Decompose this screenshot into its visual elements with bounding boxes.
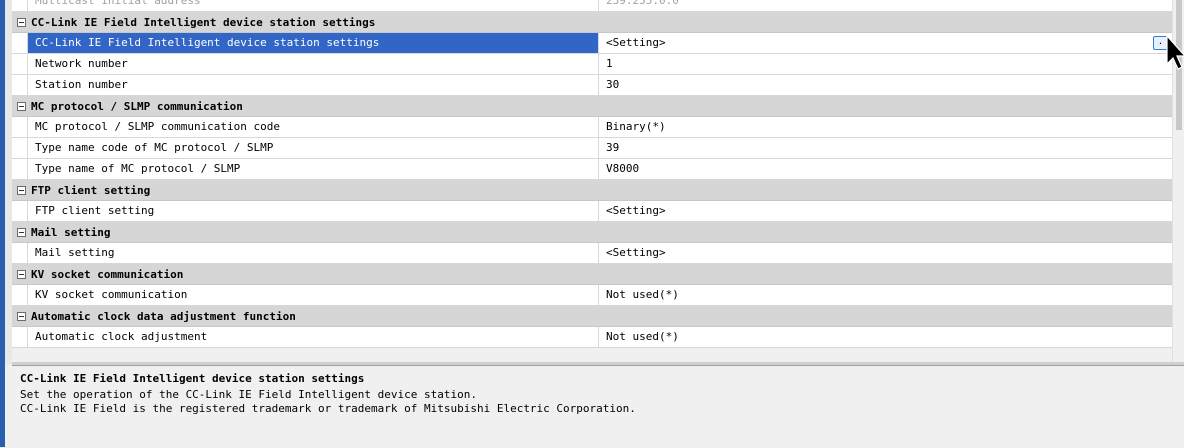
property-name[interactable]: Type name code of MC protocol / SLMP: [27, 138, 599, 158]
description-text-line2: CC-Link IE Field is the registered trade…: [20, 402, 636, 415]
property-row[interactable]: MC protocol / SLMP communication code Bin…: [12, 117, 1172, 138]
category-row[interactable]: Mail setting: [12, 222, 1172, 243]
collapse-icon[interactable]: [17, 270, 26, 279]
property-row[interactable]: FTP client setting <Setting>: [12, 201, 1172, 222]
category-label: CC-Link IE Field Intelligent device stat…: [31, 16, 376, 29]
property-value[interactable]: <Setting>: [606, 243, 1172, 263]
collapse-icon[interactable]: [17, 102, 26, 111]
property-value[interactable]: Not used(*): [606, 327, 1172, 347]
property-value[interactable]: <Setting>: [606, 33, 1172, 53]
property-value[interactable]: Not used(*): [606, 285, 1172, 305]
collapse-icon[interactable]: [17, 228, 26, 237]
property-grid: Multicast initial address 239.255.0.0 CC-L…: [12, 0, 1172, 356]
property-name[interactable]: Network number: [27, 54, 599, 74]
property-name[interactable]: KV socket communication: [27, 285, 599, 305]
property-name[interactable]: MC protocol / SLMP communication code: [27, 117, 599, 137]
collapse-icon[interactable]: [17, 18, 26, 27]
grid-empty-area: [12, 348, 1172, 356]
property-row[interactable]: Automatic clock adjustment Not used(*): [12, 327, 1172, 348]
property-name[interactable]: Type name of MC protocol / SLMP: [27, 159, 599, 179]
mouse-pointer-icon: [1166, 34, 1184, 70]
category-label: FTP client setting: [31, 184, 151, 197]
category-label: Automatic clock data adjustment function: [31, 310, 296, 323]
left-panel-gutter: [5, 0, 12, 365]
category-label: MC protocol / SLMP communication: [31, 100, 243, 113]
property-value[interactable]: <Setting>: [606, 201, 1172, 221]
category-label: Mail setting: [31, 226, 111, 239]
property-row[interactable]: Station number 30: [12, 75, 1172, 96]
property-row[interactable]: Multicast initial address 239.255.0.0: [12, 0, 1172, 12]
category-row[interactable]: MC protocol / SLMP communication: [12, 96, 1172, 117]
category-row[interactable]: KV socket communication: [12, 264, 1172, 285]
property-row[interactable]: Network number 1: [12, 54, 1172, 75]
category-row[interactable]: Automatic clock data adjustment function: [12, 306, 1172, 327]
property-row[interactable]: KV socket communication Not used(*): [12, 285, 1172, 306]
property-value[interactable]: 239.255.0.0: [606, 0, 1172, 11]
property-name[interactable]: Station number: [27, 75, 599, 95]
description-text-line1: Set the operation of the CC-Link IE Fiel…: [20, 388, 477, 401]
property-name[interactable]: Automatic clock adjustment: [27, 327, 599, 347]
property-value[interactable]: 39: [606, 138, 1172, 158]
property-value[interactable]: 30: [606, 75, 1172, 95]
property-row[interactable]: Type name code of MC protocol / SLMP 39: [12, 138, 1172, 159]
collapse-icon[interactable]: [17, 186, 26, 195]
category-label: KV socket communication: [31, 268, 184, 281]
property-name[interactable]: FTP client setting: [27, 201, 599, 221]
property-row[interactable]: CC-Link IE Field Intelligent device stat…: [12, 33, 1172, 54]
property-value[interactable]: V8000: [606, 159, 1172, 179]
description-title: CC-Link IE Field Intelligent device stat…: [20, 372, 365, 385]
property-name[interactable]: Multicast initial address: [27, 0, 599, 11]
category-row[interactable]: FTP client setting: [12, 180, 1172, 201]
property-name[interactable]: Mail setting: [27, 243, 599, 263]
description-panel: CC-Link IE Field Intelligent device stat…: [12, 365, 1184, 448]
property-name[interactable]: CC-Link IE Field Intelligent device stat…: [27, 33, 599, 53]
collapse-icon[interactable]: [17, 312, 26, 321]
property-value[interactable]: Binary(*): [606, 117, 1172, 137]
property-row[interactable]: Mail setting <Setting>: [12, 243, 1172, 264]
property-value[interactable]: 1: [606, 54, 1172, 74]
category-row[interactable]: CC-Link IE Field Intelligent device stat…: [12, 12, 1172, 33]
property-row[interactable]: Type name of MC protocol / SLMP V8000: [12, 159, 1172, 180]
